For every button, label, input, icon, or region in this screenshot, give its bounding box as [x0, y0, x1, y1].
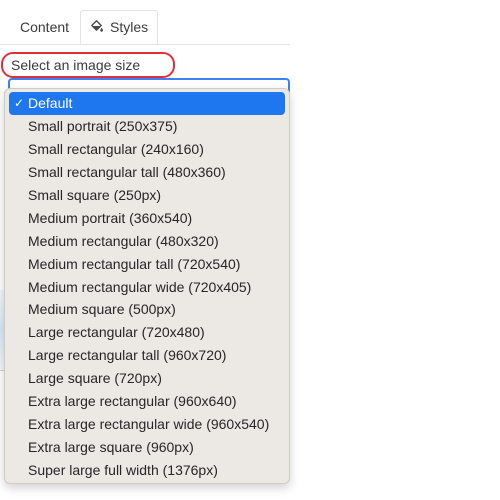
image-size-dropdown[interactable]: ✓ Default Small portrait (250x375) Small re… — [4, 88, 290, 484]
dropdown-option-label: Small rectangular tall (480x360) — [28, 164, 226, 181]
dropdown-option-label: Large square (720px) — [28, 370, 162, 387]
dropdown-option[interactable]: Medium rectangular wide (720x405) — [9, 275, 285, 298]
dropdown-option-label: Large rectangular (720x480) — [28, 324, 205, 341]
dropdown-option-label: Extra large square (960px) — [28, 438, 194, 455]
dropdown-option[interactable]: Extra large square (960px) — [9, 435, 285, 458]
tab-styles-label: Styles — [110, 19, 149, 35]
dropdown-option-label: Default — [28, 95, 73, 112]
dropdown-option[interactable]: Extra large rectangular wide (960x540) — [9, 412, 285, 435]
dropdown-option[interactable]: Large square (720px) — [9, 367, 285, 390]
dropdown-option-label: Extra large rectangular (960x640) — [28, 393, 237, 410]
dropdown-option[interactable]: Medium rectangular (480x320) — [9, 229, 285, 252]
dropdown-option[interactable]: Small square (250px) — [9, 184, 285, 207]
dropdown-option-label: Small portrait (250x375) — [28, 118, 178, 135]
dropdown-option-label: Medium square (500px) — [28, 301, 176, 318]
dropdown-option[interactable]: Medium square (500px) — [9, 298, 285, 321]
dropdown-option[interactable]: ✓ Default — [9, 92, 285, 115]
dropdown-option-label: Extra large rectangular wide (960x540) — [28, 415, 270, 432]
dropdown-option-label: Medium portrait (360x540) — [28, 209, 193, 226]
dropdown-option[interactable]: Small portrait (250x375) — [9, 115, 285, 138]
tab-content-label: Content — [20, 19, 70, 35]
dropdown-option-label: Medium rectangular tall (720x540) — [28, 255, 241, 272]
tab-bar: Content Styles — [0, 0, 290, 45]
tab-styles[interactable]: Styles — [80, 10, 158, 44]
page: Content Styles Select an image size ✓ Def… — [0, 0, 500, 500]
dropdown-option[interactable]: Small rectangular (240x160) — [9, 138, 285, 161]
dropdown-option-label: Super large full width (1376px) — [28, 461, 218, 478]
dropdown-option-label: Small rectangular (240x160) — [28, 141, 204, 158]
dropdown-option[interactable]: Medium portrait (360x540) — [9, 206, 285, 229]
dropdown-option-label: Large rectangular tall (960x720) — [28, 347, 227, 364]
paint-bucket-icon — [89, 18, 110, 36]
dropdown-option[interactable]: Extra large rectangular (960x640) — [9, 390, 285, 413]
image-size-label: Select an image size — [1, 52, 175, 78]
checkmark-icon: ✓ — [14, 96, 25, 111]
dropdown-option[interactable]: Large rectangular (720x480) — [9, 321, 285, 344]
dropdown-option[interactable]: Medium rectangular tall (720x540) — [9, 252, 285, 275]
dropdown-option-label: Medium rectangular wide (720x405) — [28, 278, 252, 295]
dropdown-option[interactable]: Large rectangular tall (960x720) — [9, 344, 285, 367]
dropdown-option-label: Small square (250px) — [28, 187, 162, 203]
tab-content[interactable]: Content — [20, 10, 69, 44]
dropdown-option[interactable]: Small rectangular tall (480x360) — [9, 161, 285, 184]
dropdown-option-label: Medium rectangular (480x320) — [28, 232, 219, 249]
dropdown-option[interactable]: Super large full width (1376px) — [9, 458, 285, 481]
image-size-label-text: Select an image size — [11, 57, 141, 73]
